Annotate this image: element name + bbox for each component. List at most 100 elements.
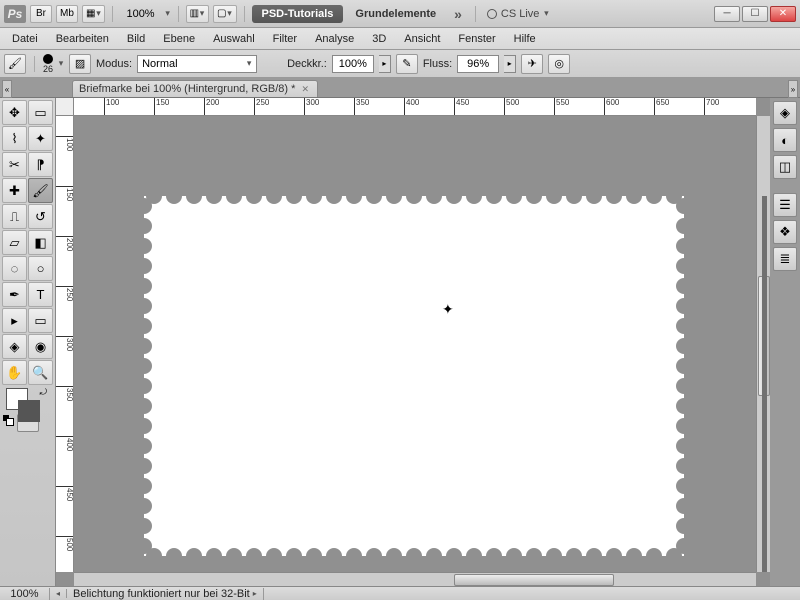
menu-image[interactable]: Bild	[119, 31, 153, 47]
background-swatch[interactable]	[18, 400, 40, 422]
default-colors-icon[interactable]	[3, 415, 13, 425]
history-panel-icon[interactable]: ≣	[773, 247, 797, 271]
brush-tool[interactable]: 🖌	[28, 178, 53, 203]
cs-live-label: CS Live	[501, 8, 540, 20]
brush-panel-button[interactable]: ▨	[69, 54, 91, 74]
color-swatches[interactable]: ⤾	[2, 386, 53, 426]
move-tool[interactable]: ✥	[2, 100, 27, 125]
close-icon[interactable]: ✕	[301, 84, 311, 94]
ruler-tick: 200	[56, 236, 74, 251]
blur-tool[interactable]: ◌	[2, 256, 27, 281]
ruler-tick: 400	[56, 436, 74, 451]
menu-window[interactable]: Fenster	[450, 31, 503, 47]
scrollbar-horizontal[interactable]	[74, 572, 756, 586]
menu-view[interactable]: Ansicht	[396, 31, 448, 47]
wand-tool[interactable]: ✦	[28, 126, 53, 151]
path-select-tool[interactable]: ▸	[2, 308, 27, 333]
ruler-vertical[interactable]: 100 150 200 250 300 350 400 450 500	[56, 116, 74, 572]
menu-analyse[interactable]: Analyse	[307, 31, 362, 47]
history-brush-tool[interactable]: ↺	[28, 204, 53, 229]
eraser-tool[interactable]: ▱	[2, 230, 27, 255]
dodge-tool[interactable]: ○	[28, 256, 53, 281]
ruler-tick: 450	[56, 486, 74, 501]
cs-live-button[interactable]: CS Live ▾	[483, 7, 554, 21]
launch-bridge-button[interactable]: Br	[30, 5, 52, 23]
workspace: ✥ ▭ ⌇ ✦ ✂ ⁋ ✚ 🖌 ⎍ ↺ ▱ ◧ ◌ ○ ✒ T ▸ ▭ ◈ ◉ …	[0, 98, 800, 586]
screen-mode-button[interactable]: ▢▾	[213, 5, 236, 23]
hand-tool[interactable]: ✋	[2, 360, 27, 385]
3d-camera-tool[interactable]: ◉	[28, 334, 53, 359]
ruler-tick: 350	[56, 386, 74, 401]
healing-tool[interactable]: ✚	[2, 178, 27, 203]
swap-colors-icon[interactable]: ⤾	[40, 387, 48, 398]
title-bar: Ps Br Mb ▦▾ 100% ▾ ▥▾ ▢▾ PSD-Tutorials G…	[0, 0, 800, 28]
minimize-button[interactable]: ─	[714, 6, 740, 22]
brush-picker-icon[interactable]: ▾	[58, 57, 64, 71]
layers-panel-icon[interactable]: ◈	[773, 101, 797, 125]
right-panel-dock: ◈ ◐ ◫ ☰ ❖ ≣	[770, 98, 800, 586]
workspace-more-icon[interactable]: »	[448, 6, 468, 22]
ruler-horizontal[interactable]: 100 150 200 250 300 350 400 450 500 550 …	[74, 98, 756, 116]
pen-tool[interactable]: ✒	[2, 282, 27, 307]
menu-edit[interactable]: Bearbeiten	[48, 31, 117, 47]
flow-input[interactable]	[457, 55, 499, 73]
status-info-text: Belichtung funktioniert nur bei 32-Bit	[73, 588, 250, 600]
document-tab[interactable]: Briefmarke bei 100% (Hintergrund, RGB/8)…	[72, 80, 318, 97]
ruler-origin[interactable]	[56, 98, 74, 116]
collapse-left-icon[interactable]: «	[2, 80, 12, 98]
workspace-tab-essentials[interactable]: Grundelemente	[347, 5, 444, 23]
canvas[interactable]: ✦	[74, 116, 756, 572]
eyedropper-tool[interactable]: ⁋	[28, 152, 53, 177]
zoom-level[interactable]: 100%	[120, 8, 160, 20]
opacity-slider-icon[interactable]: ▸	[379, 55, 391, 73]
opacity-input[interactable]	[332, 55, 374, 73]
3d-tool[interactable]: ◈	[2, 334, 27, 359]
styles-panel-icon[interactable]: ❖	[773, 220, 797, 244]
crop-tool[interactable]: ✂	[2, 152, 27, 177]
marquee-tool[interactable]: ▭	[28, 100, 53, 125]
mode-select[interactable]: Normal ▾	[137, 55, 257, 73]
status-zoom[interactable]: 100%	[0, 588, 50, 600]
tool-preset-icon[interactable]: 🖌	[4, 54, 26, 74]
status-nav-prev[interactable]: ◂	[50, 589, 67, 598]
panel-dock-strip[interactable]	[762, 196, 767, 572]
close-button[interactable]: ✕	[770, 6, 796, 22]
type-tool[interactable]: T	[28, 282, 53, 307]
gradient-tool[interactable]: ◧	[28, 230, 53, 255]
zoom-tool[interactable]: 🔍	[28, 360, 53, 385]
adjustments-panel-icon[interactable]: ☰	[773, 193, 797, 217]
collapse-right-icon[interactable]: »	[788, 80, 798, 98]
opacity-label: Deckkr.:	[287, 58, 327, 70]
menu-3d[interactable]: 3D	[364, 31, 394, 47]
menu-file[interactable]: Datei	[4, 31, 46, 47]
launch-minibridge-button[interactable]: Mb	[56, 5, 78, 23]
ruler-tick: 500	[56, 536, 74, 551]
stamp-tool[interactable]: ⎍	[2, 204, 27, 229]
menu-help[interactable]: Hilfe	[506, 31, 544, 47]
tablet-opacity-button[interactable]: ✎	[396, 54, 418, 74]
status-info[interactable]: Belichtung funktioniert nur bei 32-Bit ▸	[67, 588, 264, 600]
options-bar: 🖌 26 ▾ ▨ Modus: Normal ▾ Deckkr.: ▸ ✎ Fl…	[0, 50, 800, 78]
menu-layer[interactable]: Ebene	[155, 31, 203, 47]
document-tab-title: Briefmarke bei 100% (Hintergrund, RGB/8)…	[79, 83, 295, 95]
arrange-docs-button[interactable]: ▥▾	[186, 5, 209, 23]
scrollbar-thumb[interactable]	[454, 574, 614, 586]
channels-panel-icon[interactable]: ◐	[773, 128, 797, 152]
maximize-button[interactable]: ☐	[742, 6, 768, 22]
paths-panel-icon[interactable]: ◫	[773, 155, 797, 179]
menu-filter[interactable]: Filter	[265, 31, 305, 47]
canvas-area: 100 150 200 250 300 350 400 450 500 550 …	[56, 98, 770, 586]
tablet-size-button[interactable]: ◎	[548, 54, 570, 74]
flow-slider-icon[interactable]: ▸	[504, 55, 516, 73]
zoom-dropdown-icon[interactable]: ▾	[165, 7, 171, 21]
menu-select[interactable]: Auswahl	[205, 31, 263, 47]
ruler-tick: 450	[454, 98, 469, 116]
view-extras-button[interactable]: ▦▾	[82, 5, 105, 23]
lasso-tool[interactable]: ⌇	[2, 126, 27, 151]
workspace-tab-psd[interactable]: PSD-Tutorials	[252, 5, 344, 23]
ruler-tick: 150	[56, 186, 74, 201]
airbrush-button[interactable]: ✈	[521, 54, 543, 74]
ruler-tick: 350	[354, 98, 369, 116]
shape-tool[interactable]: ▭	[28, 308, 53, 333]
brush-preview[interactable]: 26	[43, 54, 53, 74]
